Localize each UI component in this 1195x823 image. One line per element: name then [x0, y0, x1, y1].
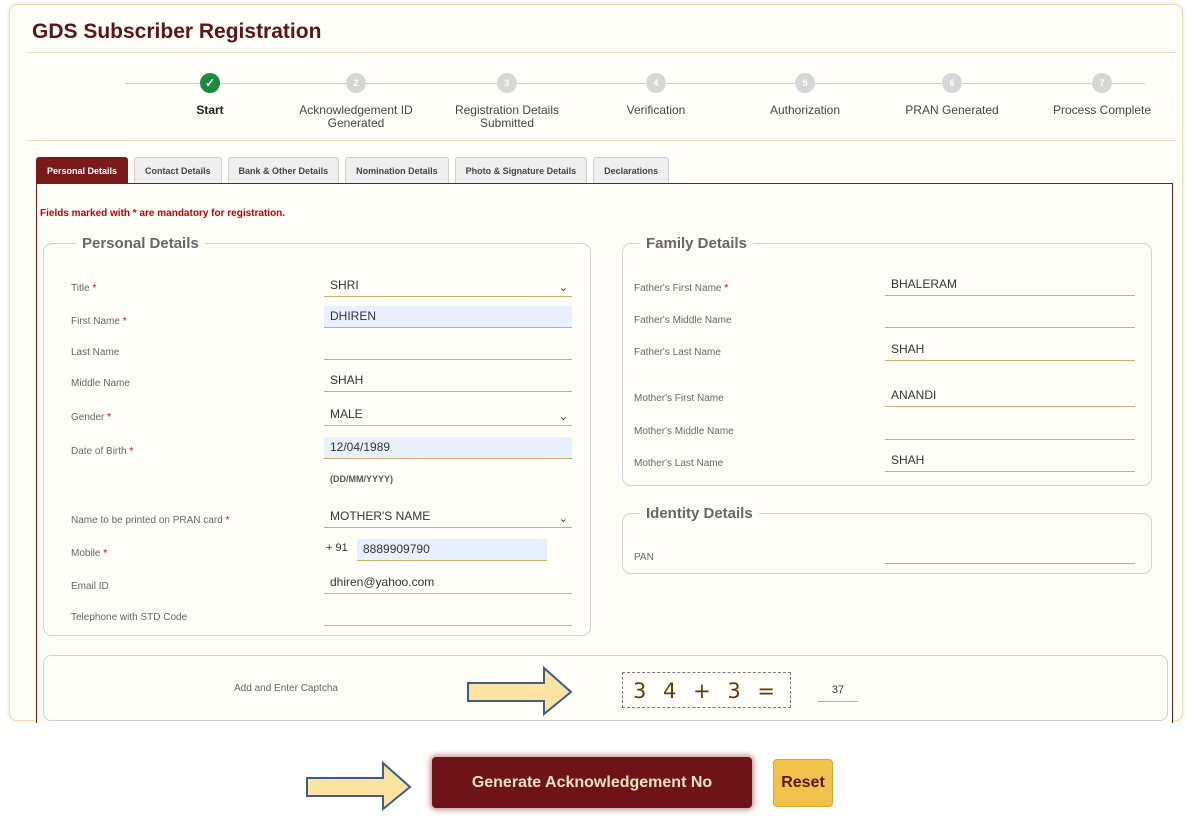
mother-last-name-label: Mother's Last Name: [634, 458, 724, 469]
step-pran-generated: 6 PRAN Generated: [877, 73, 1027, 117]
email-label: Email ID: [71, 581, 109, 592]
mandatory-notice: Fields marked with * are mandatory for r…: [40, 208, 286, 219]
check-icon: ✓: [200, 73, 220, 93]
identity-details-legend: Identity Details: [640, 505, 759, 522]
reset-button[interactable]: Reset: [773, 759, 833, 807]
personal-details-legend: Personal Details: [76, 235, 205, 252]
dob-input[interactable]: 12/04/1989: [324, 437, 572, 459]
stepper-divider: [28, 140, 1176, 141]
tab-declarations[interactable]: Declarations: [593, 157, 670, 183]
tab-bank-other-details[interactable]: Bank & Other Details: [227, 157, 340, 183]
captcha-section: [43, 655, 1168, 721]
first-name-label: First Name *: [71, 316, 127, 327]
mother-middle-name-label: Mother's Middle Name: [634, 426, 734, 437]
father-last-name-input[interactable]: SHAH: [885, 339, 1135, 361]
registration-page: GDS Subscriber Registration ✓ Start 2 Ac…: [0, 0, 1195, 823]
pran-name-select[interactable]: MOTHER'S NAME ⌄: [324, 506, 572, 528]
mobile-label: Mobile *: [71, 548, 108, 559]
father-first-name-input[interactable]: BHALERAM: [885, 274, 1135, 296]
dob-label: Date of Birth *: [71, 446, 134, 457]
step-authorization: 5 Authorization: [730, 73, 880, 117]
middle-name-label: Middle Name: [71, 378, 130, 389]
step-number: 6: [942, 73, 962, 93]
gender-label: Gender *: [71, 412, 112, 423]
mother-middle-name-input[interactable]: [885, 418, 1135, 440]
step-label: Registration Details Submitted: [454, 103, 560, 130]
gender-select[interactable]: MALE ⌄: [324, 404, 572, 426]
father-first-name-label: Father's First Name *: [634, 283, 729, 294]
title-label: Title *: [71, 283, 97, 294]
family-details-legend: Family Details: [640, 235, 753, 252]
step-label: Authorization: [769, 103, 841, 117]
chevron-down-icon: ⌄: [558, 282, 568, 294]
mother-last-name-input[interactable]: SHAH: [885, 450, 1135, 472]
father-middle-name-label: Father's Middle Name: [634, 315, 732, 326]
step-number: 3: [497, 73, 517, 93]
step-number: 7: [1092, 73, 1112, 93]
captcha-pointer-arrow-icon: [467, 665, 573, 717]
tab-nomination-details[interactable]: Nomination Details: [345, 157, 449, 183]
step-label: Verification: [626, 103, 686, 117]
email-input[interactable]: dhiren@yahoo.com: [324, 572, 572, 594]
page-title: GDS Subscriber Registration: [32, 20, 322, 43]
middle-name-input[interactable]: SHAH: [324, 370, 572, 392]
mother-first-name-input[interactable]: ANANDI: [885, 385, 1135, 407]
pan-input[interactable]: [885, 542, 1135, 564]
mother-first-name-label: Mother's First Name: [634, 393, 724, 404]
dob-format-hint: (DD/MM/YYYY): [330, 474, 393, 484]
chevron-down-icon: ⌄: [558, 411, 568, 423]
step-label: Process Complete: [1052, 103, 1152, 117]
captcha-label: Add and Enter Captcha: [234, 683, 338, 694]
pan-label: PAN: [634, 552, 654, 563]
generate-acknowledgement-button[interactable]: Generate Acknowledgement No: [432, 757, 752, 808]
step-start: ✓ Start: [135, 73, 285, 117]
step-label: Acknowledgement ID Generated: [299, 103, 413, 130]
step-number: 2: [346, 73, 366, 93]
step-acknowledgement: 2 Acknowledgement ID Generated: [281, 73, 431, 130]
title-divider: [28, 52, 1176, 53]
father-last-name-label: Father's Last Name: [634, 347, 721, 358]
step-registration-details: 3 Registration Details Submitted: [432, 73, 582, 130]
telephone-label: Telephone with STD Code: [71, 612, 188, 623]
captcha-answer-input[interactable]: 37: [818, 680, 858, 702]
tab-photo-signature-details[interactable]: Photo & Signature Details: [454, 157, 588, 183]
first-name-input[interactable]: DHIREN: [324, 306, 572, 328]
step-number: 5: [795, 73, 815, 93]
title-select[interactable]: SHRI ⌄: [324, 275, 572, 297]
mobile-input[interactable]: 8889909790: [357, 539, 547, 561]
step-verification: 4 Verification: [581, 73, 731, 117]
country-code: + 91: [326, 542, 348, 554]
generate-pointer-arrow-icon: [306, 760, 412, 812]
tab-personal-details[interactable]: Personal Details: [36, 157, 129, 183]
form-tabs: Personal Details Contact Details Bank & …: [36, 157, 670, 183]
tab-contact-details[interactable]: Contact Details: [134, 157, 222, 183]
captcha-image: 3 4 + 3 =: [622, 672, 791, 708]
step-process-complete: 7 Process Complete: [1027, 73, 1177, 117]
step-label: PRAN Generated: [905, 103, 999, 117]
chevron-down-icon: ⌄: [558, 513, 568, 525]
last-name-label: Last Name: [71, 347, 120, 358]
last-name-input[interactable]: [324, 338, 572, 360]
pran-name-label: Name to be printed on PRAN card *: [71, 515, 230, 526]
father-middle-name-input[interactable]: [885, 306, 1135, 328]
step-label: Start: [196, 103, 224, 117]
step-number: 4: [646, 73, 666, 93]
telephone-input[interactable]: [324, 604, 572, 626]
